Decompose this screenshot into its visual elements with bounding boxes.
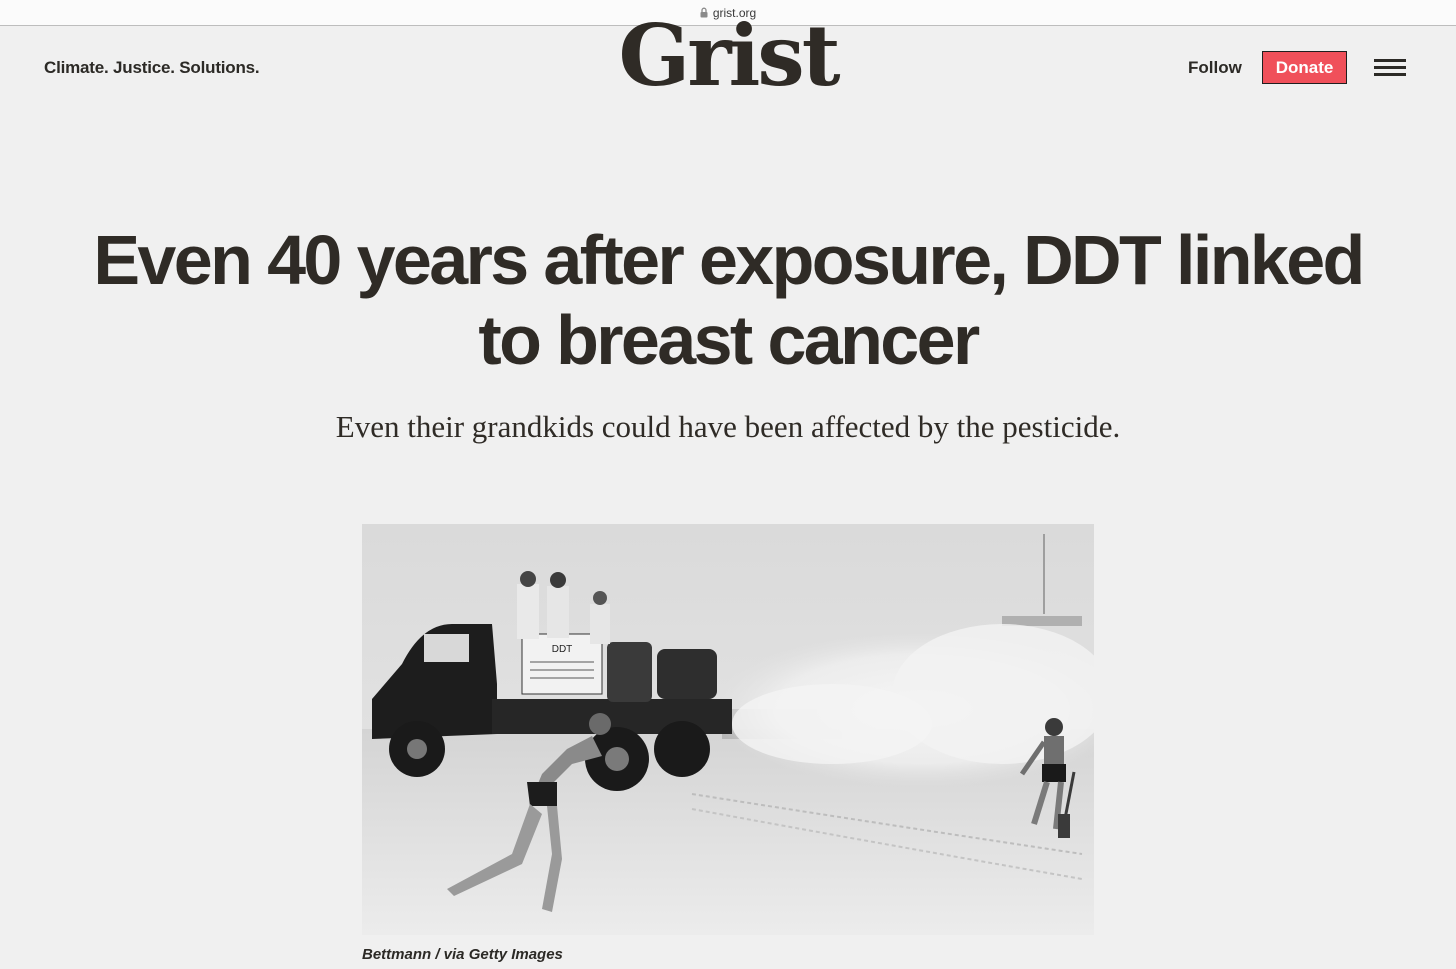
donate-button[interactable]: Donate [1262,51,1347,84]
hamburger-menu-icon[interactable] [1374,59,1406,77]
article-dek: Even their grandkids could have been aff… [335,409,1121,444]
site-header: Climate. Justice. Solutions. Grist Follo… [0,14,1456,116]
truck-sign-text: DDT [552,644,573,655]
article-hero-image: DDT [362,524,1094,935]
image-caption: Bettmann / via Getty Images [362,946,563,963]
site-logo[interactable]: Grist [0,14,1456,98]
headline-line-2: to breast cancer [478,301,980,379]
article-headline: Even 40 years after exposure, DDT linked… [40,220,1416,380]
follow-button[interactable]: Follow [1188,58,1242,78]
headline-line-1: Even 40 years after exposure, DDT linked [93,221,1365,299]
